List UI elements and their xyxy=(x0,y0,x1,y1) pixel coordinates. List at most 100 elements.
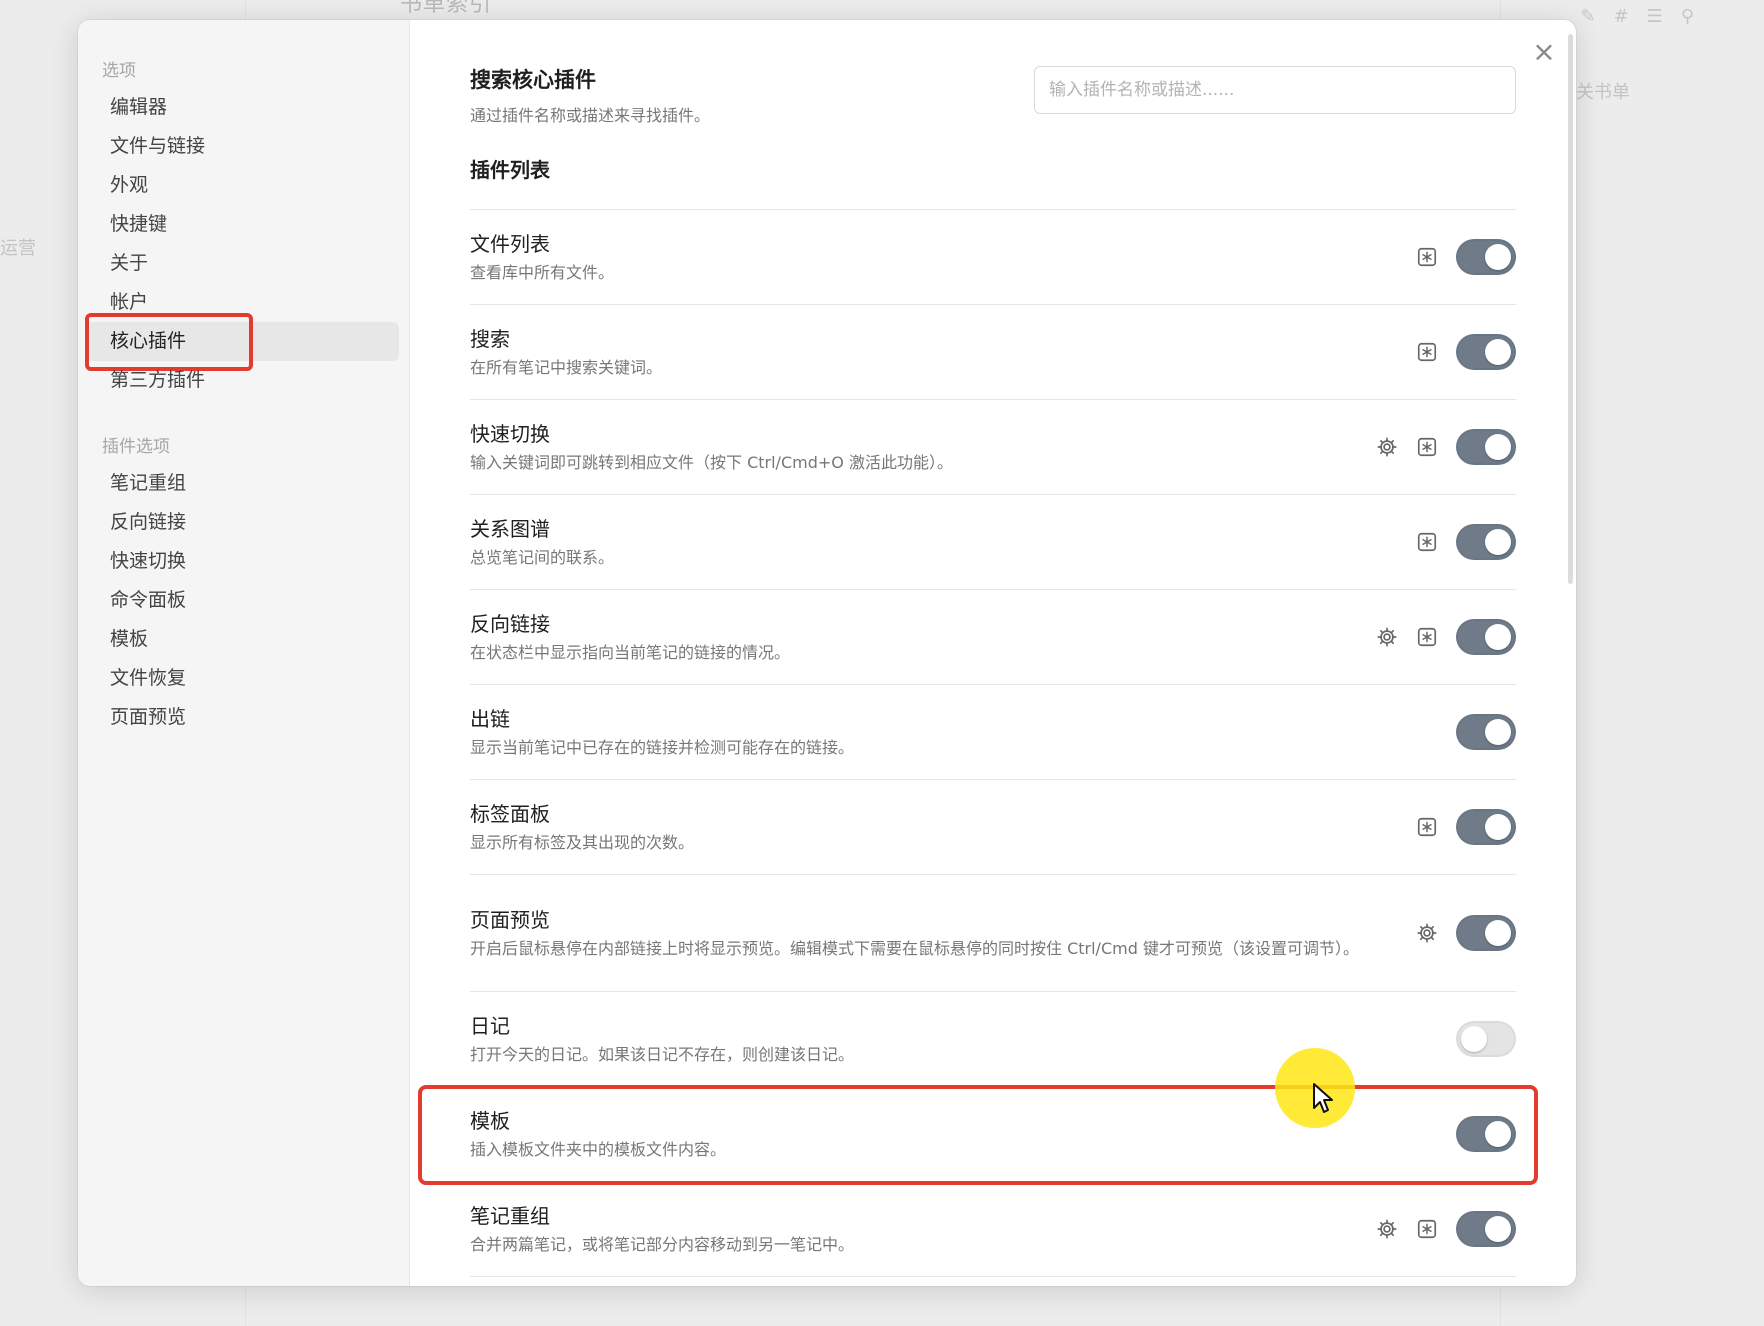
gear-icon[interactable] xyxy=(1376,436,1398,458)
sidebar-plugin-item-3[interactable]: 命令面板 xyxy=(86,581,399,620)
plugin-toggle[interactable] xyxy=(1456,915,1516,951)
plugin-row: 快速切换输入关键词即可跳转到相应文件（按下 Ctrl/Cmd+O 激活此功能）。 xyxy=(470,400,1516,495)
plugin-row: 关系图谱总览笔记间的联系。 xyxy=(470,495,1516,590)
hotkey-icon[interactable] xyxy=(1416,436,1438,458)
plugin-actions xyxy=(1416,334,1516,370)
plugin-desc: 在所有笔记中搜索关键词。 xyxy=(470,358,663,377)
plugin-desc: 显示所有标签及其出现的次数。 xyxy=(470,833,695,852)
sidebar-item-4[interactable]: 关于 xyxy=(86,244,399,283)
plugin-row: 搜索在所有笔记中搜索关键词。 xyxy=(470,305,1516,400)
bg-link-icon: ⚲ xyxy=(1680,6,1694,27)
settings-sidebar: 选项 编辑器 文件与链接 外观 快捷键 关于 帐户 核心插件 第三方插件 插件选项 笔记重组反… xyxy=(78,20,410,1286)
plugin-name: 搜索 xyxy=(470,327,510,351)
plugin-actions xyxy=(1376,619,1516,655)
hotkey-icon[interactable] xyxy=(1416,341,1438,363)
gear-icon[interactable] xyxy=(1376,1218,1398,1240)
plugin-name: 出链 xyxy=(470,707,510,731)
plugin-row: 模板 插入模板文件夹中的模板文件内容。 xyxy=(418,1085,1538,1185)
background-right-text: 关书单 xyxy=(1576,82,1630,103)
hotkey-icon[interactable] xyxy=(1416,816,1438,838)
plugin-desc: 查看库中所有文件。 xyxy=(470,263,615,282)
sidebar-plugin-options-title: 插件选项 xyxy=(102,437,170,457)
plugin-row: 反向链接在状态栏中显示指向当前笔记的链接的情况。 xyxy=(470,590,1516,685)
plugin-toggle[interactable] xyxy=(1456,809,1516,845)
plugin-row: 笔记重组合并两篇笔记，或将笔记部分内容移动到另一笔记中。 xyxy=(470,1182,1516,1277)
plugin-name: 笔记重组 xyxy=(470,1204,550,1228)
sidebar-plugin-item-0[interactable]: 笔记重组 xyxy=(86,464,399,503)
plugin-name: 标签面板 xyxy=(470,802,550,826)
plugin-search-input[interactable] xyxy=(1034,66,1516,114)
sidebar-plugin-item-1[interactable]: 反向链接 xyxy=(86,503,399,542)
plugin-info: 出链 显示当前笔记中已存在的链接并检测可能存在的链接。 xyxy=(470,705,1456,759)
plugin-row: 日记 打开今天的日记。如果该日记不存在，则创建该日记。 xyxy=(470,992,1516,1087)
plugin-name: 日记 xyxy=(470,1014,510,1038)
plugin-desc: 合并两篇笔记，或将笔记部分内容移动到另一笔记中。 xyxy=(470,1235,855,1254)
plugin-name: 快速切换 xyxy=(470,422,550,446)
plugin-actions xyxy=(1376,429,1516,465)
plugin-list-heading: 插件列表 xyxy=(470,154,1516,210)
plugin-row: 页面预览开启后鼠标悬停在内部链接上时将显示预览。编辑模式下需要在鼠标悬停的同时按… xyxy=(470,875,1516,992)
plugin-row: 文件列表 查看库中所有文件。 xyxy=(470,210,1516,305)
plugin-desc: 输入关键词即可跳转到相应文件（按下 Ctrl/Cmd+O 激活此功能）。 xyxy=(470,453,953,472)
sidebar-item-1[interactable]: 文件与链接 xyxy=(86,127,399,166)
plugin-info: 页面预览开启后鼠标悬停在内部链接上时将显示预览。编辑模式下需要在鼠标悬停的同时按… xyxy=(470,906,1416,960)
plugin-desc: 开启后鼠标悬停在内部链接上时将显示预览。编辑模式下需要在鼠标悬停的同时按住 Ct… xyxy=(470,939,1359,958)
sidebar-item-6[interactable]: 核心插件 xyxy=(85,313,399,371)
sidebar-item-2[interactable]: 外观 xyxy=(86,166,399,205)
plugin-actions xyxy=(1456,714,1516,750)
plugin-list: 文件列表 查看库中所有文件。搜索在所有笔记中搜索关键词。快速切换输入关键词即可跳转… xyxy=(418,210,1538,1286)
plugin-info: 快速切换输入关键词即可跳转到相应文件（按下 Ctrl/Cmd+O 激活此功能）。 xyxy=(470,420,1376,474)
sidebar-plugin-item-5[interactable]: 文件恢复 xyxy=(86,659,399,698)
cursor-icon xyxy=(1313,1083,1333,1113)
plugin-toggle[interactable] xyxy=(1456,1211,1516,1247)
background-note-title: 书单索引 xyxy=(400,0,493,17)
plugin-toggle[interactable] xyxy=(1456,334,1516,370)
plugin-actions xyxy=(1416,809,1516,845)
hotkey-icon[interactable] xyxy=(1416,246,1438,268)
plugin-name: 关系图谱 xyxy=(470,517,550,541)
gear-icon[interactable] xyxy=(1416,922,1438,944)
plugin-desc: 插入模板文件夹中的模板文件内容。 xyxy=(470,1140,727,1159)
gear-icon[interactable] xyxy=(1376,626,1398,648)
bg-edit-icon: ✎ xyxy=(1580,6,1596,27)
plugin-toggle[interactable] xyxy=(1456,619,1516,655)
bg-list-icon: ☰ xyxy=(1646,6,1663,27)
sidebar-plugin-item-2[interactable]: 快速切换 xyxy=(86,542,399,581)
plugin-actions xyxy=(1456,1116,1516,1152)
hotkey-icon[interactable] xyxy=(1416,1218,1438,1240)
plugin-row: 出链 显示当前笔记中已存在的链接并检测可能存在的链接。 xyxy=(470,685,1516,780)
plugin-desc: 总览笔记间的联系。 xyxy=(470,548,615,567)
sidebar-plugin-item-4[interactable]: 模板 xyxy=(86,620,399,659)
plugin-name: 页面预览 xyxy=(470,908,550,932)
plugin-desc: 在状态栏中显示指向当前笔记的链接的情况。 xyxy=(470,643,791,662)
sidebar-item-0[interactable]: 编辑器 xyxy=(86,88,399,127)
plugin-toggle[interactable] xyxy=(1456,714,1516,750)
settings-content: 搜索核心插件 通过插件名称或描述来寻找插件。 插件列表 文件列表查看库中所有文件… xyxy=(410,20,1576,1286)
plugin-info: 笔记重组合并两篇笔记，或将笔记部分内容移动到另一笔记中。 xyxy=(470,1202,1376,1256)
plugin-row: 标签面板显示所有标签及其出现的次数。 xyxy=(470,780,1516,875)
plugin-info: 关系图谱总览笔记间的联系。 xyxy=(470,515,1416,569)
plugin-actions xyxy=(1376,1211,1516,1247)
sidebar-item-7[interactable]: 第三方插件 xyxy=(86,361,399,400)
plugin-info: 文件列表 查看库中所有文件。 xyxy=(470,230,1416,284)
sidebar-options-title: 选项 xyxy=(102,61,136,81)
plugin-info: 标签面板显示所有标签及其出现的次数。 xyxy=(470,800,1416,854)
background-left-text: 运营 xyxy=(0,238,36,259)
hotkey-icon[interactable] xyxy=(1416,626,1438,648)
search-section: 搜索核心插件 通过插件名称或描述来寻找插件。 xyxy=(470,64,1516,130)
plugin-toggle[interactable] xyxy=(1456,239,1516,275)
plugin-toggle[interactable] xyxy=(1456,429,1516,465)
hotkey-icon[interactable] xyxy=(1416,531,1438,553)
plugin-info: 反向链接在状态栏中显示指向当前笔记的链接的情况。 xyxy=(470,610,1376,664)
plugin-actions xyxy=(1416,239,1516,275)
plugin-row: 命令面板 xyxy=(470,1277,1516,1286)
plugin-info: 搜索在所有笔记中搜索关键词。 xyxy=(470,325,1416,379)
sidebar-plugin-item-6[interactable]: 页面预览 xyxy=(86,698,399,737)
sidebar-item-3[interactable]: 快捷键 xyxy=(86,205,399,244)
plugin-name: 反向链接 xyxy=(470,612,550,636)
plugin-toggle[interactable] xyxy=(1456,524,1516,560)
plugin-toggle[interactable] xyxy=(1456,1116,1516,1152)
plugin-toggle[interactable] xyxy=(1456,1021,1516,1057)
scrollbar-thumb[interactable] xyxy=(1568,34,1573,584)
background-toolbar: ✎ # ☰ ⚲ xyxy=(1580,6,1694,27)
